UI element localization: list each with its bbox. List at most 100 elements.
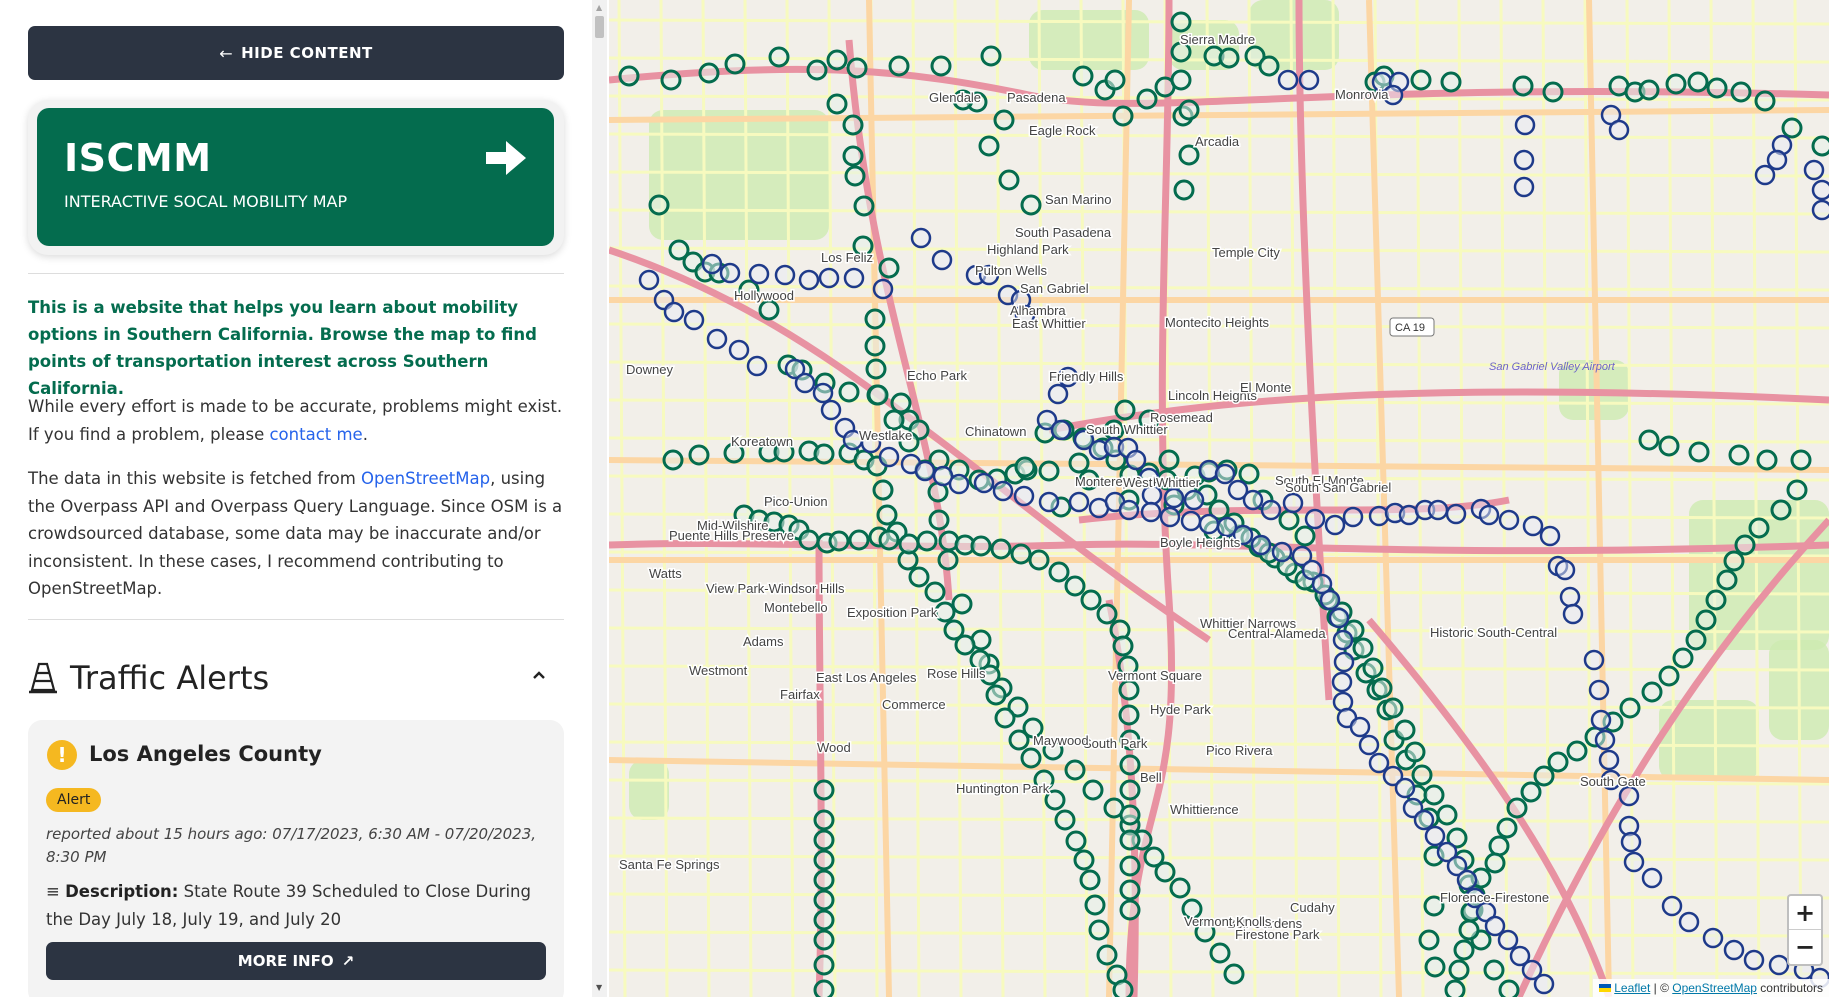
exit-marker [990, 538, 1012, 560]
place-label: Echo Park [907, 368, 967, 383]
exit-marker [898, 533, 920, 555]
exit-marker [648, 194, 670, 216]
traffic-alerts-header[interactable]: Traffic Alerts [28, 656, 564, 700]
exit-marker [1440, 71, 1462, 93]
zoom-control: + − [1787, 894, 1823, 966]
station-marker [1723, 939, 1745, 961]
station-marker [1183, 489, 1205, 511]
traffic-alerts-heading: Traffic Alerts [70, 659, 270, 697]
station-marker [1743, 949, 1765, 971]
exit-marker [1118, 704, 1140, 726]
exit-marker [1278, 509, 1300, 531]
exit-marker [1082, 779, 1104, 801]
station-marker [818, 267, 840, 289]
hide-content-label: HIDE CONTENT [241, 44, 373, 62]
hero-banner[interactable]: ISCMM INTERACTIVE SOCAL MOBILITY MAP [37, 108, 554, 246]
exit-marker [994, 707, 1016, 729]
exit-marker [662, 449, 684, 471]
hide-content-button[interactable]: ← HIDE CONTENT [28, 26, 564, 80]
exit-marker [1119, 855, 1141, 877]
osm-attribution-link[interactable]: OpenStreetMap [1672, 981, 1757, 995]
exit-marker [724, 53, 746, 75]
station-marker [872, 278, 894, 300]
sidebar-scrollbar[interactable]: ▲ ▼ [592, 0, 607, 997]
station-marker [728, 339, 750, 361]
station-marker [1702, 927, 1724, 949]
place-label: West Whittier [1123, 475, 1201, 490]
station-marker [1811, 199, 1829, 221]
exit-marker [1484, 852, 1506, 874]
exit-marker [826, 93, 848, 115]
exit-marker [813, 443, 835, 465]
station-marker [1498, 509, 1520, 531]
station-marker [1298, 69, 1320, 91]
exit-marker [970, 535, 992, 557]
leaflet-link[interactable]: Leaflet [1614, 981, 1650, 995]
exit-marker [1014, 456, 1036, 478]
exit-marker [1119, 879, 1141, 901]
exit-marker [1028, 549, 1050, 571]
station-marker [1159, 506, 1181, 528]
place-label: Westlake [859, 428, 912, 443]
exit-marker [878, 257, 900, 279]
exit-marker [1352, 637, 1374, 659]
scroll-thumb[interactable] [595, 16, 604, 38]
exit-marker [1158, 449, 1180, 471]
exit-marker [865, 358, 887, 380]
attribution-tail: contributors [1756, 981, 1823, 995]
place-label: Florence-Firestone [1440, 890, 1549, 905]
station-marker [1456, 869, 1478, 891]
hero-card[interactable]: ISCMM INTERACTIVE SOCAL MOBILITY MAP [28, 100, 564, 255]
station-marker [1522, 515, 1544, 537]
exit-marker [1641, 681, 1663, 703]
exit-marker [876, 504, 898, 526]
exit-marker [844, 165, 866, 187]
station-marker [1539, 525, 1561, 547]
exit-marker [1209, 942, 1231, 964]
place-label: Koreatown [731, 434, 793, 449]
place-label: Maywood [1033, 733, 1089, 748]
exit-marker [1064, 759, 1086, 781]
scroll-up-icon[interactable]: ▲ [596, 3, 602, 12]
exit-marker [985, 684, 1007, 706]
exit-marker [838, 381, 860, 403]
exit-marker [1038, 460, 1060, 482]
station-marker [1047, 383, 1069, 405]
exit-marker [798, 529, 820, 551]
station-marker [663, 301, 685, 323]
contact-link[interactable]: contact me [269, 425, 362, 444]
zoom-out-button[interactable]: − [1789, 930, 1821, 964]
station-marker [1163, 487, 1185, 509]
exit-marker [1533, 765, 1555, 787]
station-marker [914, 460, 936, 482]
station-marker [910, 227, 932, 249]
accuracy-tail: . [362, 424, 368, 444]
exit-marker [1054, 809, 1076, 831]
station-marker [1050, 419, 1072, 441]
exit-marker [813, 809, 835, 831]
map[interactable]: Glendale Eagle Rock Pasadena Sierra Madre Mo… [609, 0, 1829, 997]
place-label: Fairfax [780, 687, 820, 702]
exit-marker [924, 581, 946, 603]
place-label: Westmont [689, 663, 748, 678]
place-label: Glendale [929, 90, 981, 105]
chevron-up-icon[interactable] [530, 666, 548, 684]
station-marker [1588, 679, 1610, 701]
place-label: South Park [1083, 736, 1148, 751]
exit-marker [1072, 65, 1094, 87]
map-canvas[interactable]: Glendale Eagle Rock Pasadena Sierra Madre Mo… [609, 0, 1829, 997]
station-marker [948, 473, 970, 495]
station-marker [1427, 499, 1449, 521]
station-marker [1068, 491, 1090, 513]
place-label: Pulton Wells [975, 263, 1048, 278]
exit-marker [1065, 830, 1087, 852]
more-info-button[interactable]: MORE INFO ↗ [46, 942, 546, 980]
place-label: Santa Fe Springs [619, 857, 720, 872]
exit-marker [888, 55, 910, 77]
openstreetmap-link[interactable]: OpenStreetMap [361, 469, 490, 488]
zoom-in-button[interactable]: + [1789, 896, 1821, 930]
exit-marker [1728, 444, 1750, 466]
exit-marker [1418, 929, 1440, 951]
exit-marker [828, 530, 850, 552]
scroll-down-icon[interactable]: ▼ [596, 983, 602, 992]
